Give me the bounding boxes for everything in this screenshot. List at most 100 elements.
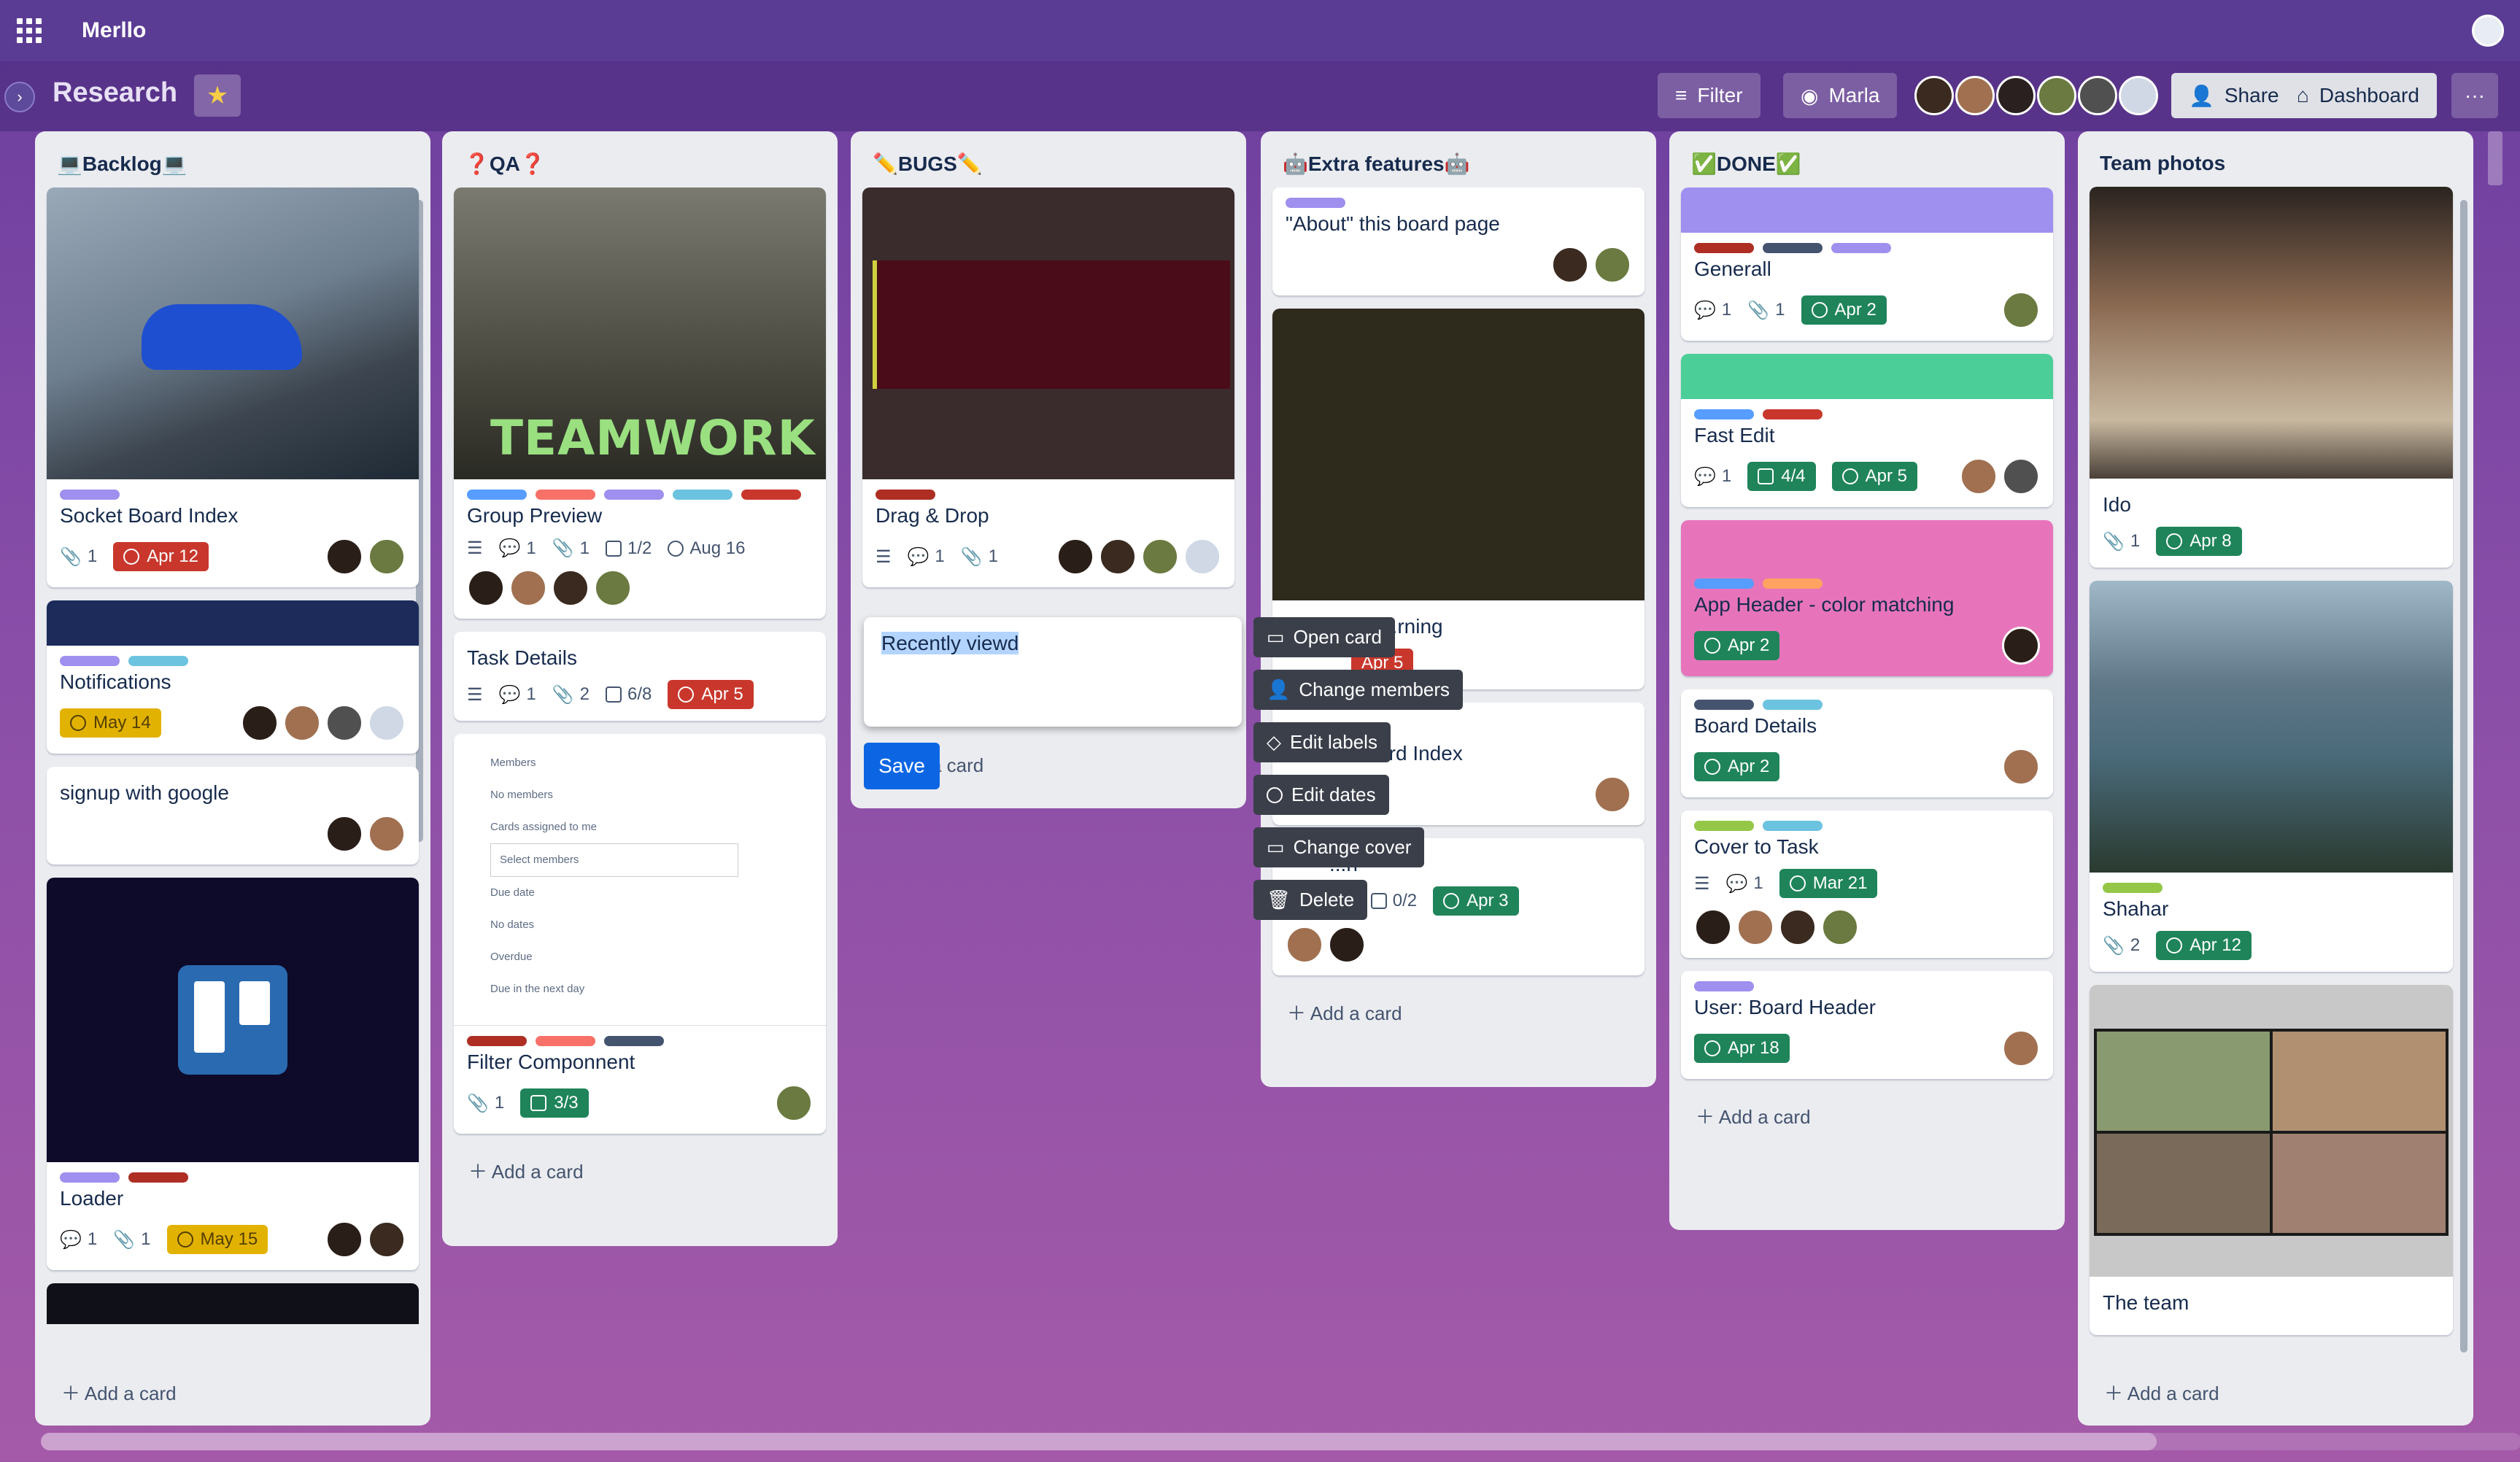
board-title[interactable]: Research [53, 77, 177, 109]
filter-button[interactable]: ≡ Filter [1658, 73, 1760, 118]
avatar[interactable] [283, 704, 321, 742]
list-scrollbar[interactable] [2460, 200, 2467, 1353]
due-date-badge[interactable]: Apr 5 [668, 680, 754, 709]
card[interactable]: Generall 💬 1 📎 1 Apr 2 [1681, 187, 2053, 341]
menu-open-card[interactable]: ▭ Open card [1253, 617, 1395, 657]
more-menu-button[interactable]: ··· [2451, 73, 2498, 118]
due-date-badge[interactable]: Apr 18 [1694, 1034, 1790, 1063]
add-card-button[interactable]: ＋ Add a card [2090, 1369, 2234, 1416]
avatar[interactable] [368, 538, 406, 576]
avatar[interactable] [368, 704, 406, 742]
avatar[interactable] [325, 704, 363, 742]
card-cover-partial[interactable] [47, 1283, 419, 1324]
avatar[interactable] [1779, 908, 1817, 946]
card[interactable]: Socket Board Index 📎 1 Apr 12 [47, 187, 419, 587]
avatar[interactable] [241, 704, 279, 742]
avatar[interactable] [2002, 291, 2040, 329]
list-title[interactable]: 💻Backlog💻 [47, 142, 419, 187]
add-card-button[interactable]: ＋ Add a card [47, 1369, 191, 1416]
due-date-badge[interactable]: Apr 2 [1694, 631, 1780, 660]
avatar[interactable] [775, 1084, 813, 1122]
avatar[interactable] [1593, 246, 1631, 284]
avatar[interactable] [2002, 457, 2040, 495]
apps-grid-icon[interactable] [15, 16, 44, 45]
avatar[interactable] [1821, 908, 1859, 946]
avatar[interactable] [467, 569, 505, 607]
avatar[interactable] [2002, 748, 2040, 786]
list-title[interactable]: ❓QA❓ [454, 142, 826, 187]
avatar[interactable] [2037, 76, 2076, 115]
next-list-edge[interactable] [2488, 131, 2502, 185]
list-title[interactable]: ✏️BUGS✏️ [862, 142, 1234, 187]
avatar[interactable] [2002, 627, 2040, 665]
user-filter-button[interactable]: ◉ Marla [1783, 73, 1898, 118]
add-card-button[interactable]: ＋ Add a card [1681, 1092, 2053, 1140]
avatar[interactable] [1328, 926, 1366, 964]
card[interactable]: Board Details Apr 2 [1681, 689, 2053, 797]
list-title[interactable]: Team photos [2090, 142, 2462, 187]
avatar[interactable] [2078, 76, 2117, 115]
card[interactable]: User: Board Header Apr 18 [1681, 971, 2053, 1079]
avatar[interactable] [2119, 76, 2158, 115]
avatar[interactable] [1736, 908, 1774, 946]
due-date-badge[interactable]: May 15 [166, 1225, 268, 1254]
avatar[interactable] [1056, 538, 1094, 576]
account-avatar[interactable] [2472, 15, 2504, 47]
due-date-badge[interactable]: Apr 2 [1694, 752, 1780, 781]
avatar[interactable] [1286, 926, 1323, 964]
menu-change-members[interactable]: 👤 Change members [1253, 670, 1464, 710]
list-title[interactable]: 🤖Extra features🤖 [1272, 142, 1644, 187]
avatar[interactable] [1593, 776, 1631, 813]
avatar[interactable] [509, 569, 547, 607]
menu-delete[interactable]: 🗑 Delete [1253, 880, 1368, 920]
card[interactable]: TEAMWORK Group Preview ☰ 💬 1 📎 1 1/2 Aug 1… [454, 187, 826, 619]
avatar[interactable] [594, 569, 632, 607]
avatar[interactable] [1099, 538, 1137, 576]
avatar[interactable] [368, 815, 406, 853]
share-button[interactable]: 👤 Share [2171, 73, 2297, 118]
card[interactable]: The team [2090, 985, 2453, 1335]
list-title[interactable]: ✅DONE✅ [1681, 142, 2053, 187]
sidebar-toggle-chevron-icon[interactable]: › [4, 82, 35, 112]
card[interactable]: Notifications May 14 [47, 600, 419, 754]
due-date-badge[interactable]: Apr 2 [1801, 295, 1887, 325]
card[interactable]: "About" this board page [1272, 187, 1644, 295]
avatar[interactable] [1694, 908, 1732, 946]
card[interactable]: Loader 💬 1 📎 1 May 15 [47, 878, 419, 1270]
add-card-button[interactable]: ＋ Add a card [454, 1147, 826, 1194]
add-card-button[interactable]: ＋ Add a card [1272, 989, 1644, 1036]
due-date-badge[interactable]: Apr 12 [2156, 931, 2252, 960]
menu-change-cover[interactable]: ▭ Change cover [1253, 827, 1425, 867]
board-horizontal-scrollbar[interactable] [41, 1433, 2520, 1450]
card[interactable]: Shahar 📎 2 Apr 12 [2090, 581, 2453, 972]
due-date-badge[interactable]: Apr 3 [1433, 886, 1519, 916]
due-date-badge[interactable]: May 14 [60, 708, 161, 738]
avatar[interactable] [1141, 538, 1179, 576]
card[interactable]: App Header - color matching Apr 2 [1681, 520, 2053, 676]
menu-edit-dates[interactable]: Edit dates [1253, 775, 1389, 815]
card[interactable]: Fast Edit 💬 1 4/4 Apr 5 [1681, 354, 2053, 507]
due-date-badge[interactable]: Apr 8 [2156, 527, 2242, 556]
avatar[interactable] [325, 538, 363, 576]
card[interactable]: Cover to Task ☰ 💬 1 Mar 21 [1681, 811, 2053, 958]
avatar[interactable] [1551, 246, 1589, 284]
avatar[interactable] [552, 569, 590, 607]
quick-edit-textarea[interactable]: Recently viewd [864, 617, 1242, 727]
card[interactable]: Ido 📎 1 Apr 8 [2090, 187, 2453, 568]
avatar[interactable] [1914, 76, 1954, 115]
avatar[interactable] [325, 1221, 363, 1258]
dashboard-button[interactable]: ⌂ Dashboard [2279, 73, 2437, 118]
avatar[interactable] [1183, 538, 1221, 576]
avatar[interactable] [325, 815, 363, 853]
card[interactable]: Drag & Drop ☰ 💬 1 📎 1 [862, 187, 1234, 587]
save-button[interactable]: Save [864, 743, 940, 789]
card[interactable]: Task Details ☰ 💬 1 📎 2 6/8 Apr 5 [454, 632, 826, 721]
due-date-badge[interactable]: Apr 5 [1831, 462, 1917, 491]
star-icon[interactable]: ★ [194, 74, 241, 117]
avatar[interactable] [1955, 76, 1995, 115]
app-logo[interactable]: Merllo [82, 18, 146, 43]
avatar[interactable] [2002, 1029, 2040, 1067]
avatar[interactable] [368, 1221, 406, 1258]
card[interactable]: signup with google [47, 767, 419, 865]
card[interactable]: Members No members Cards assigned to me … [454, 734, 826, 1134]
